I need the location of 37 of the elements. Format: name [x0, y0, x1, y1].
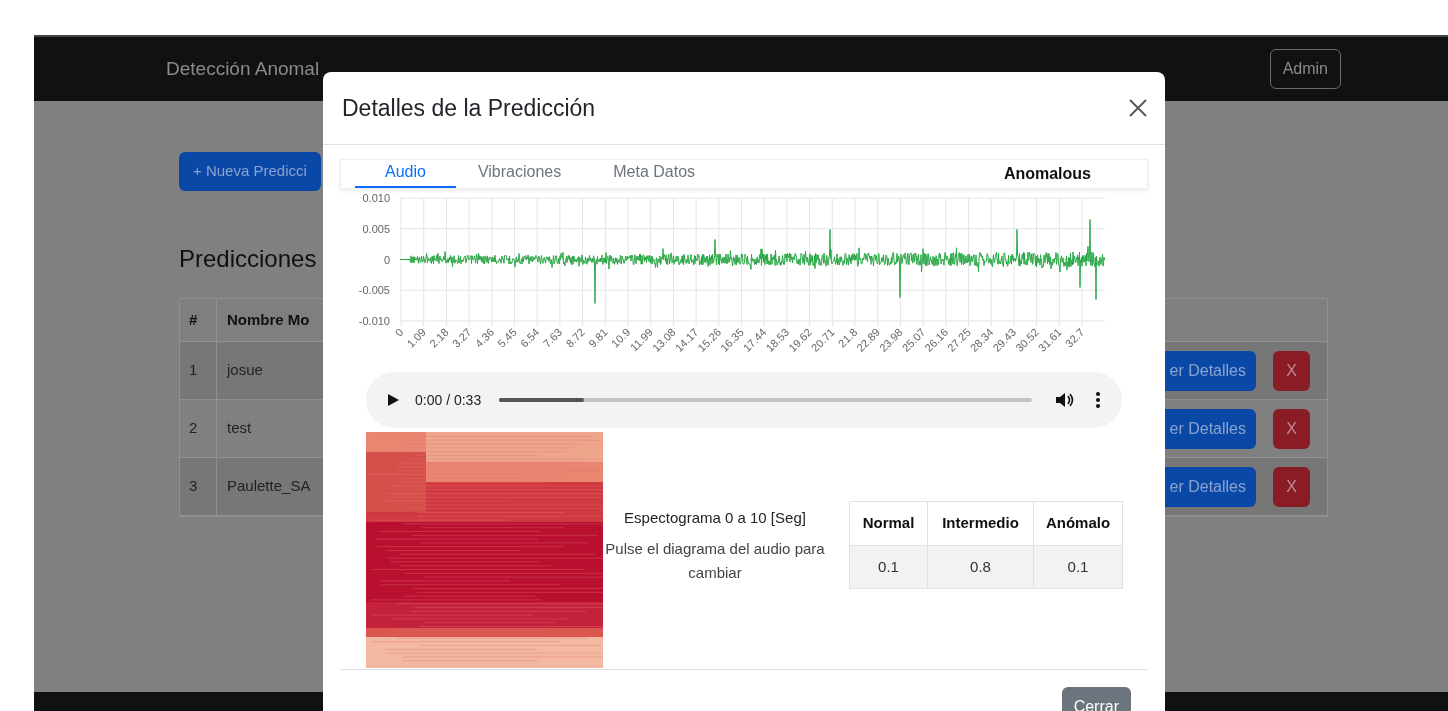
delete-button[interactable]: X — [1273, 350, 1310, 391]
axis-tick-label: 4.36 — [472, 325, 497, 350]
delete-button[interactable]: X — [1273, 466, 1310, 507]
table-cell-text: 0.1 — [877, 556, 900, 577]
table-cell: 0.1 — [1033, 546, 1122, 588]
play-icon[interactable] — [388, 394, 399, 406]
column-header: # — [188, 309, 199, 330]
axis-tick-label: 0 — [392, 325, 406, 339]
axis-tick-label: 9.81 — [586, 325, 610, 350]
section-title: Predicciones — [179, 244, 317, 274]
tab[interactable]: Audio — [355, 158, 456, 188]
table-cell-text: 3 — [188, 476, 199, 497]
app-title: Detección Anomal — [166, 56, 320, 81]
audio-player[interactable]: 0:00 / 0:33 — [366, 372, 1122, 428]
prediction-status: Anomalous — [1003, 164, 1091, 184]
column-header: Normal — [861, 513, 916, 534]
new-prediction-button[interactable]: + Nueva Predicci — [179, 152, 321, 191]
dialog-title: Detalles de la Predicción — [342, 93, 596, 123]
table-cell: 0.8 — [927, 546, 1033, 588]
table-cell-text: 1 — [188, 360, 199, 381]
delete-button[interactable]: X — [1273, 408, 1310, 449]
table-cell-text: 2 — [188, 418, 199, 439]
admin-button[interactable]: Admin — [1269, 49, 1341, 89]
column-header: Nombre Mo — [216, 299, 310, 341]
axis-tick-label: 7.63 — [540, 325, 565, 350]
audio-time: 0:00 / 0:33 — [415, 390, 482, 410]
axis-tick-label: -0.005 — [358, 284, 390, 297]
spectrogram-drawing[interactable] — [366, 432, 603, 668]
axis-tick-label: -0.010 — [358, 315, 390, 327]
axis-tick-label: 0.005 — [362, 222, 390, 235]
axis-tick-label: 0 — [383, 253, 390, 266]
axis-tick-label: 0.010 — [362, 192, 390, 204]
volume-icon[interactable] — [1056, 392, 1074, 408]
audio-progress-track[interactable] — [499, 398, 1032, 402]
spectrogram-caption: Espectograma 0 a 10 [Seg] — [624, 507, 806, 528]
more-options-icon[interactable] — [1096, 392, 1100, 408]
spectrogram-hint: Pulse el diagrama del audio para cambiar — [604, 539, 826, 584]
